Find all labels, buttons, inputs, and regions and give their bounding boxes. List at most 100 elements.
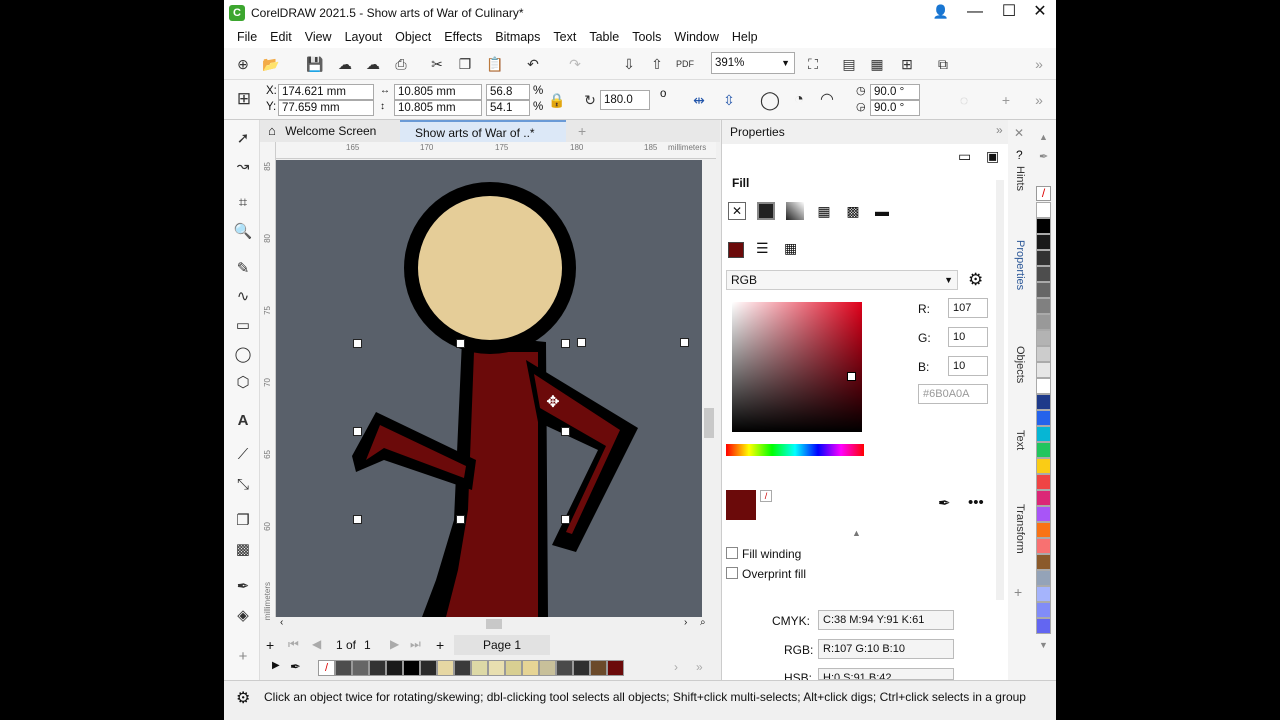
stick-figure-drawing[interactable] xyxy=(276,160,702,617)
pie-icon[interactable]: ◔ xyxy=(788,89,810,111)
doc-palette-swatch[interactable] xyxy=(420,660,437,676)
zoom-level-select[interactable]: 391% ▼ xyxy=(711,52,795,74)
palette-swatch[interactable] xyxy=(1036,250,1051,266)
selection-handle[interactable] xyxy=(561,515,570,524)
no-color-swatch[interactable]: / xyxy=(760,490,772,502)
g-field[interactable]: 10 xyxy=(948,327,988,347)
end-angle-field[interactable]: 90.0 ° xyxy=(870,100,920,116)
palette-swatch[interactable] xyxy=(1036,314,1051,330)
cut-icon[interactable]: ✂ xyxy=(426,53,448,75)
account-icon[interactable]: 👤 xyxy=(924,0,958,26)
uniform-fill-icon[interactable] xyxy=(757,202,775,220)
ellipse-tool-icon[interactable]: ◯ xyxy=(232,344,254,366)
zoom-navigator-icon[interactable]: ⌕ xyxy=(700,617,706,628)
doc-palette-swatch[interactable] xyxy=(471,660,488,676)
add-page-after-icon[interactable]: + xyxy=(436,637,444,653)
menu-file[interactable]: File xyxy=(237,30,257,44)
collapse-icon[interactable]: ▲ xyxy=(852,528,861,538)
fountain-fill-icon[interactable] xyxy=(786,202,804,220)
doc-palette-swatch[interactable] xyxy=(488,660,505,676)
grid-icon[interactable]: ▦ xyxy=(866,53,888,75)
hue-slider[interactable] xyxy=(726,444,864,456)
object-icon[interactable]: ▭ xyxy=(958,148,971,165)
color-picker-marker[interactable] xyxy=(847,372,856,381)
selection-handle[interactable] xyxy=(456,515,465,524)
menu-effects[interactable]: Effects xyxy=(444,30,482,44)
selection-handle[interactable] xyxy=(456,339,465,348)
full-screen-icon[interactable]: ⛶ xyxy=(802,53,824,75)
scale-height-field[interactable]: 54.1 xyxy=(486,100,530,116)
pick-tool-icon[interactable]: ➚ xyxy=(232,128,254,150)
palette-swatch[interactable] xyxy=(1036,458,1051,474)
gear-icon[interactable]: ⚙ xyxy=(968,270,983,290)
b-field[interactable]: 10 xyxy=(948,356,988,376)
last-page-icon[interactable]: ⏭ xyxy=(410,637,421,652)
vertical-ruler[interactable]: 85 80 75 70 65 60 millimeters xyxy=(260,142,276,620)
scale-width-field[interactable]: 56.8 xyxy=(486,84,530,100)
x-position-field[interactable]: 174.621 mm xyxy=(278,84,374,100)
color-eyedrop-swatch[interactable] xyxy=(728,242,744,258)
palette-swatch[interactable] xyxy=(1036,346,1051,362)
doc-palette-swatch[interactable] xyxy=(335,660,352,676)
palette-scroll-icon[interactable]: › xyxy=(674,660,678,674)
scroll-thumb[interactable] xyxy=(486,619,502,629)
palette-swatch[interactable] xyxy=(1036,378,1051,394)
tab-text[interactable]: Text xyxy=(1014,430,1026,450)
palette-swatch[interactable] xyxy=(1036,426,1051,442)
docker-close-icon[interactable]: » xyxy=(996,123,1003,137)
palette-swatch[interactable] xyxy=(1036,602,1051,618)
overflow-icon-2[interactable]: » xyxy=(1028,89,1050,111)
doc-palette-swatch[interactable] xyxy=(403,660,420,676)
palette-options-icon[interactable]: ✒ xyxy=(1039,150,1048,163)
no-color-swatch[interactable]: / xyxy=(1036,186,1051,201)
interactive-fill-icon[interactable]: ◈ xyxy=(232,605,254,627)
palette-swatch[interactable] xyxy=(1036,570,1051,586)
doc-palette-swatch[interactable] xyxy=(573,660,590,676)
no-fill-icon[interactable]: ✕ xyxy=(728,202,746,220)
add-tool-icon[interactable]: + xyxy=(232,646,254,668)
menu-help[interactable]: Help xyxy=(732,30,758,44)
doc-palette-swatch[interactable] xyxy=(386,660,403,676)
lock-ratio-icon[interactable]: 🔒 xyxy=(546,89,568,111)
more-options-icon[interactable]: ••• xyxy=(968,494,984,511)
scroll-thumb[interactable] xyxy=(704,408,714,438)
palette-swatch[interactable] xyxy=(1036,202,1051,218)
first-page-icon[interactable]: ⏮ xyxy=(288,637,299,652)
rectangle-tool-icon[interactable]: ▭ xyxy=(232,315,254,337)
drop-shadow-icon[interactable]: ❐ xyxy=(232,510,254,532)
pattern-fill-icon[interactable]: ▦ xyxy=(815,202,833,220)
palette-scroll-up-icon[interactable]: ▲ xyxy=(1039,132,1048,142)
palette-swatch[interactable] xyxy=(1036,234,1051,250)
paste-icon[interactable]: 📋 xyxy=(484,53,506,75)
doc-palette-swatch[interactable] xyxy=(454,660,471,676)
palette-swatch[interactable] xyxy=(1036,218,1051,234)
horizontal-ruler[interactable]: 165 170 175 180 185 millimeters xyxy=(276,142,716,159)
print-icon[interactable]: ⎙ xyxy=(390,53,412,75)
docker-scrollbar[interactable] xyxy=(996,180,1004,600)
width-field[interactable]: 10.805 mm xyxy=(394,84,482,100)
eyedropper-icon[interactable]: ✒ xyxy=(938,494,951,512)
selection-handle[interactable] xyxy=(680,338,689,347)
texture-fill-icon[interactable]: ▩ xyxy=(844,202,862,220)
color-sliders-icon[interactable]: ☰ xyxy=(756,240,769,257)
add-page-icon[interactable]: + xyxy=(266,637,274,653)
menu-layout[interactable]: Layout xyxy=(345,30,383,44)
selection-handle[interactable] xyxy=(353,515,362,524)
tab-active-document[interactable]: Show arts of War of ..* xyxy=(400,120,566,142)
drawing-canvas[interactable] xyxy=(276,160,702,617)
palette-swatch[interactable] xyxy=(1036,538,1051,554)
postscript-fill-icon[interactable]: ▬ xyxy=(873,202,891,220)
color-palette-icon[interactable]: ▦ xyxy=(784,240,797,257)
transparency-icon[interactable]: ▩ xyxy=(232,539,254,561)
color-picker-area[interactable] xyxy=(732,302,862,432)
menu-tools[interactable]: Tools xyxy=(632,30,661,44)
color-model-select[interactable]: RGB ▼ xyxy=(726,270,958,290)
arc-icon[interactable]: ◠ xyxy=(816,89,838,111)
palette-expand-icon[interactable]: ▶ xyxy=(272,660,280,671)
menu-text[interactable]: Text xyxy=(553,30,576,44)
horizontal-scrollbar[interactable]: ‹ › ⌕ xyxy=(276,617,716,631)
zoom-tool-icon[interactable]: 🔍 xyxy=(232,221,254,243)
doc-palette-swatch[interactable] xyxy=(505,660,522,676)
mirror-horizontal-icon[interactable]: ⇹ xyxy=(688,89,710,111)
publish-pdf-icon[interactable]: PDF xyxy=(674,53,696,75)
